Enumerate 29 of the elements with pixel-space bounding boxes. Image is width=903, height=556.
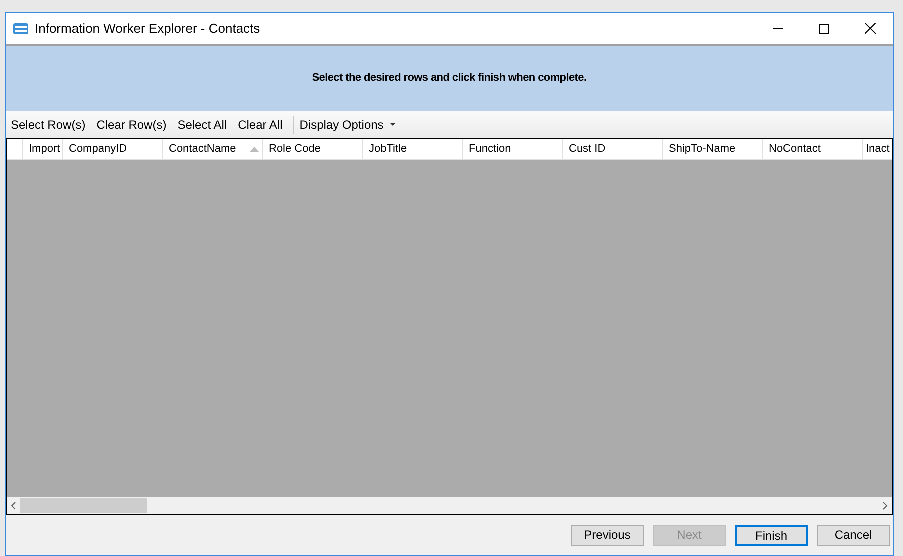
close-icon bbox=[864, 23, 876, 34]
column-header[interactable]: NoContact bbox=[763, 139, 863, 159]
dialog-button[interactable]: Previous bbox=[571, 524, 644, 546]
column-header[interactable]: CompanyID bbox=[63, 139, 163, 159]
scrollbar-thumb[interactable] bbox=[20, 498, 147, 513]
maximize-icon bbox=[819, 24, 829, 34]
column-header[interactable]: ShipTo-Name bbox=[663, 139, 763, 159]
window-title: Information Worker Explorer - Contacts bbox=[35, 20, 260, 38]
instruction-text: Select the desired rows and click finish when complete. bbox=[312, 71, 587, 86]
app-icon bbox=[13, 22, 29, 34]
toolbar-button[interactable]: Clear Row(s) bbox=[96, 116, 168, 134]
column-header[interactable]: Cust ID bbox=[563, 139, 663, 159]
column-header[interactable]: ContactName bbox=[163, 139, 263, 159]
toolbar-button[interactable]: Select All bbox=[176, 116, 228, 134]
toolbar-button[interactable]: Clear All bbox=[237, 116, 284, 134]
display-options-dropdown[interactable]: Display Options bbox=[300, 116, 396, 134]
column-header[interactable]: Role Code bbox=[263, 139, 363, 159]
caret-icon bbox=[390, 123, 396, 126]
dialog-button[interactable]: Finish bbox=[735, 524, 808, 546]
column-header[interactable]: JobTitle bbox=[363, 139, 463, 159]
column-header[interactable]: Inact bbox=[863, 139, 892, 159]
toolbar-button[interactable]: Select Row(s) bbox=[10, 116, 87, 134]
minimize-icon bbox=[773, 28, 783, 29]
scroll-left-icon[interactable] bbox=[11, 502, 16, 510]
column-header[interactable]: Function bbox=[463, 139, 563, 159]
dialog-button[interactable]: Cancel bbox=[817, 524, 890, 546]
sort-ascending-icon bbox=[250, 147, 259, 152]
column-header[interactable]: Import bbox=[23, 139, 63, 159]
scroll-right-icon[interactable] bbox=[883, 502, 888, 510]
